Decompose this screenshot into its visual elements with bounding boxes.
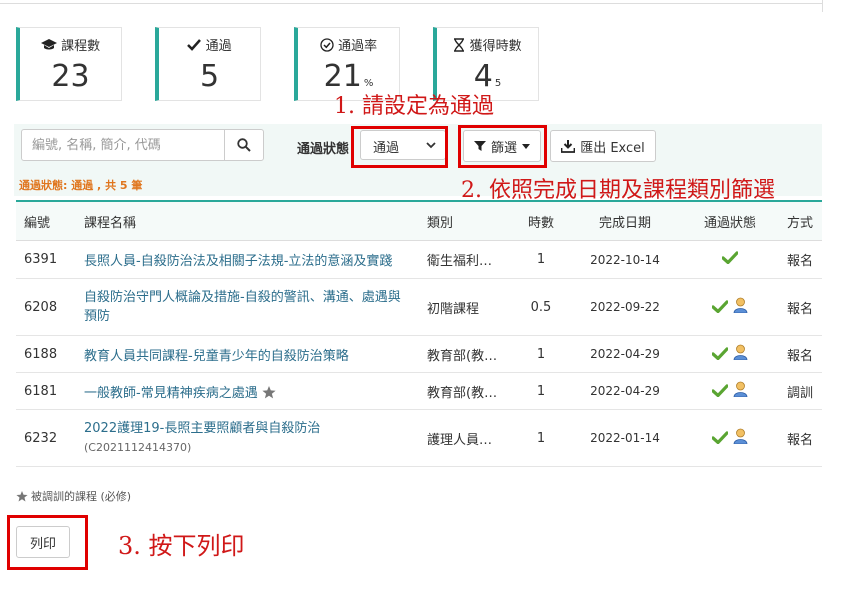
cell-date: 2022-10-14 [569,240,681,279]
stat-value: 5 [199,59,220,94]
check-icon [721,251,739,265]
cell-status [681,240,779,279]
table-row: 6208 自殺防治守門人概論及措施-自殺的警訊、溝通、處遇與預防 初階課程 0.… [16,278,822,336]
cell-date: 2022-04-29 [569,372,681,410]
highlight-print-button [7,515,88,570]
legend-note: 被調訓的課程 (必修) [16,488,131,504]
highlight-filter-button [458,125,547,168]
top-divider [0,3,822,4]
cell-id: 6188 [16,335,76,373]
header-method[interactable]: 方式 [779,201,822,241]
stat-label: 課程數 [61,39,101,54]
check-icon [187,39,202,51]
table-row: 6181 一般教師-常見精神疾病之處遇 教育部(教… 1 2022-04-29 … [16,372,822,410]
cell-date: 2022-09-22 [569,278,681,336]
user-icon[interactable] [733,344,748,361]
hourglass-icon [454,38,465,52]
stat-label: 通過 [205,39,232,54]
export-excel-button[interactable]: 匯出 Excel [550,130,656,162]
cell-date: 2022-01-14 [569,409,681,467]
highlight-status-select [351,126,448,168]
legend-text: 被調訓的課程 (必修) [31,490,132,503]
user-icon[interactable] [733,381,748,398]
annotation-step-1: 1. 請設定為通過 [334,94,494,119]
course-code: (C2021112414370) [84,441,192,454]
header-hours[interactable]: 時數 [513,201,569,241]
course-link[interactable]: 自殺防治守門人概論及措施-自殺的警訊、溝通、處遇與預防 [84,290,401,324]
search-button[interactable] [224,129,264,161]
star-icon [262,385,276,398]
cell-method: 調訓 [779,372,822,410]
cell-id: 6232 [16,409,76,467]
table-row: 6188 教育人員共同課程-兒童青少年的自殺防治策略 教育部(教… 1 2022… [16,335,822,373]
course-link[interactable]: 一般教師-常見精神疾病之處遇 [84,386,258,401]
stat-label: 獲得時數 [469,39,522,54]
cell-hours: 1 [513,240,569,279]
cell-method: 報名 [779,409,822,467]
cell-id: 6391 [16,240,76,279]
cell-status [681,372,779,410]
course-table: 編號 課程名稱 類別 時數 完成日期 通過狀態 方式 6391 長照人員-自殺防… [16,200,822,467]
table-row: 6391 長照人員-自殺防治法及相關子法規-立法的意涵及實踐 衛生福利… 1 2… [16,240,822,279]
header-course-name[interactable]: 課程名稱 [76,201,419,241]
cell-hours: 1 [513,335,569,373]
cell-method: 報名 [779,240,822,279]
check-circle-icon [320,38,334,52]
table-row: 6232 2022護理19-長照主要照顧者與自殺防治 (C20211124143… [16,409,822,467]
download-icon [561,139,576,153]
status-summary: 通過狀態: 通過 , 共 5 筆 [19,179,143,192]
check-icon [711,384,730,398]
user-icon[interactable] [733,428,748,445]
cell-id: 6208 [16,278,76,336]
cell-method: 報名 [779,335,822,373]
cell-category: 初階課程 [419,278,513,336]
stat-card-courses: 課程數 23 [16,27,122,101]
header-pass-status[interactable]: 通過狀態 [681,201,779,241]
header-completion-date[interactable]: 完成日期 [569,201,681,241]
cell-status [681,278,779,336]
stat-value: 23 [51,59,90,94]
cell-category: 教育部(教… [419,335,513,373]
annotation-step-3: 3. 按下列印 [118,532,245,560]
cell-hours: 1 [513,409,569,467]
stat-card-passed: 通過 5 [155,27,261,101]
check-icon [711,347,730,361]
search-icon [237,138,251,152]
course-link[interactable]: 長照人員-自殺防治法及相關子法規-立法的意涵及實踐 [84,254,392,269]
course-link[interactable]: 2022護理19-長照主要照顧者與自殺防治 [84,421,320,436]
export-button-label: 匯出 Excel [580,140,645,156]
right-divider [822,0,823,12]
status-filter-label: 通過狀態 [297,142,350,157]
user-icon[interactable] [733,297,748,314]
cell-id: 6181 [16,372,76,410]
cell-category: 護理人員… [419,409,513,467]
star-icon [16,490,28,501]
course-link[interactable]: 教育人員共同課程-兒童青少年的自殺防治策略 [84,349,349,364]
cell-hours: 1 [513,372,569,410]
header-id[interactable]: 編號 [16,201,76,241]
header-category[interactable]: 類別 [419,201,513,241]
check-icon [711,300,730,314]
stat-suffix: 5 [494,78,502,89]
cell-category: 衛生福利… [419,240,513,279]
check-icon [711,431,730,445]
cell-category: 教育部(教… [419,372,513,410]
stat-label: 通過率 [338,39,378,54]
cell-status [681,409,779,467]
graduation-cap-icon [40,39,57,50]
cell-hours: 0.5 [513,278,569,336]
search-input[interactable] [21,129,225,161]
cell-status [681,335,779,373]
table-header-row: 編號 課程名稱 類別 時數 完成日期 通過狀態 方式 [16,201,822,241]
cell-date: 2022-04-29 [569,335,681,373]
cell-method: 報名 [779,278,822,336]
